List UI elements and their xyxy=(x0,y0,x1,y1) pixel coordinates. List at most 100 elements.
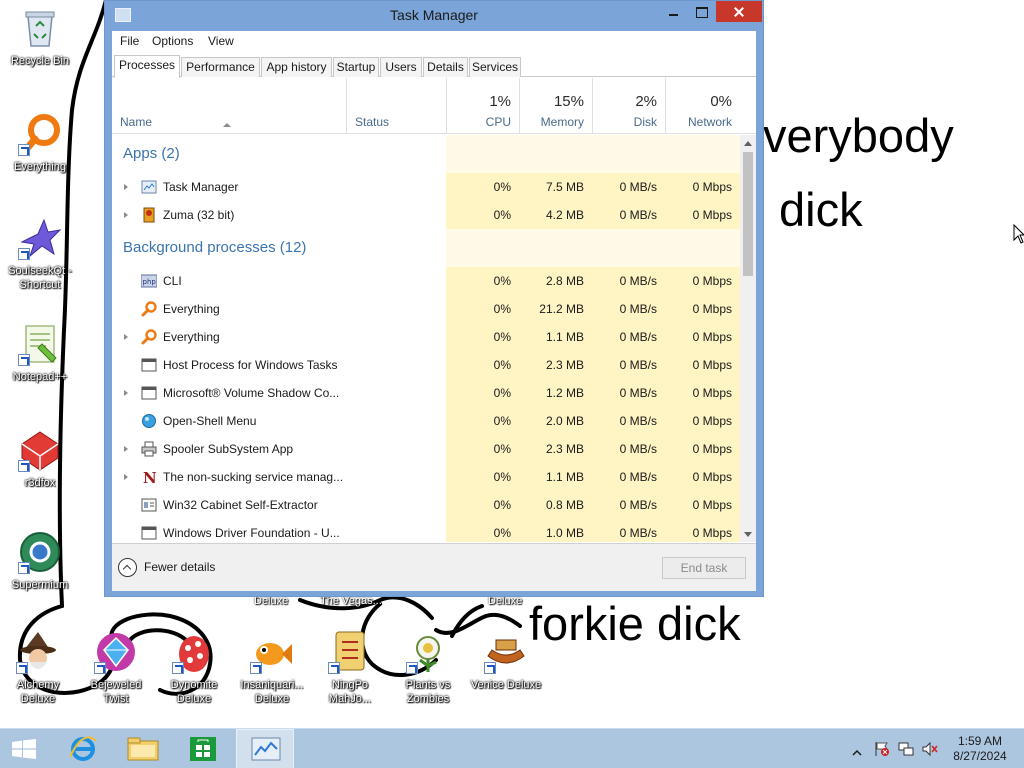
desktop-icon-soulseekqt[interactable]: SoulseekQt - Shortcut xyxy=(2,216,78,292)
process-row[interactable]: Everything 0% 21.2 MB 0 MB/s 0 Mbps xyxy=(112,295,740,323)
col-memory-header[interactable]: 15% Memory xyxy=(519,78,592,134)
plants-vs-zombies-icon xyxy=(406,630,450,674)
menu-options[interactable]: Options xyxy=(152,34,193,48)
desktop-icon-label: Supermium xyxy=(11,579,69,591)
desktop-icon-insaniquarium-deluxe[interactable]: Insaniquari... Deluxe xyxy=(234,630,310,706)
process-disk-value: 0 MB/s xyxy=(592,295,665,323)
expand-chevron-icon[interactable] xyxy=(124,446,128,452)
process-memory-value: 1.0 MB xyxy=(519,519,592,542)
tab-services[interactable]: Services xyxy=(469,57,521,77)
process-row[interactable]: Zuma (32 bit) 0% 4.2 MB 0 MB/s 0 Mbps xyxy=(112,201,740,229)
process-row[interactable]: Host Process for Windows Tasks 0% 2.3 MB 0 … xyxy=(112,351,740,379)
desktop-icon-recycle-bin[interactable]: Recycle Bin xyxy=(2,6,78,68)
system-clock[interactable]: 1:59 AM 8/27/2024 xyxy=(944,734,1016,764)
expand-chevron-icon[interactable] xyxy=(124,474,128,480)
desktop-icon-notepad-plus-plus[interactable]: Notepad++ xyxy=(2,322,78,384)
taskbar-store[interactable] xyxy=(174,729,232,768)
process-row[interactable]: Task Manager 0% 7.5 MB 0 MB/s 0 Mbps xyxy=(112,173,740,201)
process-list: Apps (2) Task Manager 0% 7.5 MB 0 MB/s 0 Mbps… xyxy=(112,135,740,542)
shortcut-arrow-icon xyxy=(328,662,340,674)
minimize-button[interactable] xyxy=(660,1,687,22)
col-disk-header[interactable]: 2% Disk xyxy=(592,78,665,134)
process-memory-value: 1.1 MB xyxy=(519,323,592,351)
taskbar: 1:59 AM 8/27/2024 xyxy=(0,728,1024,768)
tab-details[interactable]: Details xyxy=(423,57,468,77)
process-name: Win32 Cabinet Self-Extractor xyxy=(163,498,318,512)
col-cpu-header[interactable]: 1% CPU xyxy=(446,78,519,134)
process-row[interactable]: N The non-sucking service manag... 0% 1.1 M… xyxy=(112,463,740,491)
process-row[interactable]: Microsoft® Volume Shadow Co... 0% 1.2 MB 0 … xyxy=(112,379,740,407)
title-bar[interactable]: Task Manager xyxy=(105,1,763,31)
process-name: Everything xyxy=(163,330,220,344)
taskbar-file-explorer[interactable] xyxy=(114,729,172,768)
group-header[interactable]: Apps (2) xyxy=(112,135,740,173)
expand-chevron-icon[interactable] xyxy=(124,390,128,396)
tab-startup[interactable]: Startup xyxy=(333,57,379,77)
bejeweled-gem-icon xyxy=(94,630,138,674)
scroll-down-arrow-icon[interactable] xyxy=(744,532,752,537)
maximize-button[interactable] xyxy=(688,1,715,22)
desktop-icon-dynomite-deluxe[interactable]: Dynomite Deluxe xyxy=(156,630,232,706)
process-network-value: 0 Mbps xyxy=(665,351,740,379)
process-cpu-value: 0% xyxy=(446,519,519,542)
shortcut-arrow-icon xyxy=(18,144,30,156)
footer: Fewer details End task xyxy=(112,543,756,591)
expand-chevron-icon[interactable] xyxy=(124,334,128,340)
process-disk-value: 0 MB/s xyxy=(592,491,665,519)
col-name-header[interactable]: Name xyxy=(112,78,346,134)
desktop-icon-venice-deluxe[interactable]: Venice Deluxe xyxy=(468,630,544,692)
zuma-icon xyxy=(141,207,157,223)
process-row[interactable]: Spooler SubSystem App 0% 2.3 MB 0 MB/s 0 Mbp… xyxy=(112,435,740,463)
col-network-label: Network xyxy=(687,115,732,129)
start-button[interactable] xyxy=(0,729,48,768)
tab-processes[interactable]: Processes xyxy=(114,55,180,78)
desktop-icon-bejeweled-twist[interactable]: Bejeweled Twist xyxy=(78,630,154,706)
process-name: The non-sucking service manag... xyxy=(163,470,343,484)
desktop-icon-alchemy-deluxe[interactable]: Alchemy Deluxe xyxy=(0,630,76,706)
menu-file[interactable]: File xyxy=(120,34,139,48)
disk-percent: 2% xyxy=(635,93,657,110)
fewer-details-label: Fewer details xyxy=(144,560,216,574)
col-disk-label: Disk xyxy=(633,115,657,129)
volume-muted-icon[interactable] xyxy=(922,741,938,757)
scroll-up-arrow-icon[interactable] xyxy=(744,141,752,146)
process-row[interactable]: php CLI 0% 2.8 MB 0 MB/s 0 Mbps xyxy=(112,267,740,295)
close-button[interactable] xyxy=(716,1,762,22)
desktop-icon-everything[interactable]: Everything xyxy=(2,112,78,174)
action-center-flag-icon[interactable] xyxy=(874,741,890,757)
taskbar-task-manager[interactable] xyxy=(236,729,294,768)
group-title: Apps (2) xyxy=(123,145,180,162)
everything-icon xyxy=(141,329,157,345)
expand-chevron-icon[interactable] xyxy=(124,212,128,218)
scrollbar-thumb[interactable] xyxy=(743,152,753,276)
tab-performance[interactable]: Performance xyxy=(181,57,260,77)
network-icon[interactable] xyxy=(898,741,914,757)
desktop-icon-label: Alchemy Deluxe xyxy=(16,679,60,705)
col-network-header[interactable]: 0% Network xyxy=(665,78,740,134)
svg-text:php: php xyxy=(143,278,157,286)
desktop-icon-supermium[interactable]: Supermium xyxy=(2,530,78,592)
menu-view[interactable]: View xyxy=(208,34,234,48)
desktop-icon-ningpo-mahjong[interactable]: NingPo MahJo... xyxy=(312,630,388,706)
desktop-icon-label: Venice Deluxe xyxy=(470,679,542,691)
expand-chevron-icon[interactable] xyxy=(124,184,128,190)
end-task-button[interactable]: End task xyxy=(662,557,746,579)
desktop-icon-plants-vs-zombies[interactable]: Plants vs Zombies xyxy=(390,630,466,706)
process-row[interactable]: Everything 0% 1.1 MB 0 MB/s 0 Mbps xyxy=(112,323,740,351)
show-hidden-icons-chevron-icon[interactable] xyxy=(852,743,862,756)
process-row[interactable]: Open-Shell Menu 0% 2.0 MB 0 MB/s 0 Mbps xyxy=(112,407,740,435)
vertical-scrollbar[interactable] xyxy=(740,135,756,542)
tab-app-history[interactable]: App history xyxy=(261,57,332,77)
process-row[interactable]: Windows Driver Foundation - U... 0% 1.0 MB… xyxy=(112,519,740,542)
process-disk-value: 0 MB/s xyxy=(592,323,665,351)
col-status-header[interactable]: Status xyxy=(346,78,446,134)
group-header[interactable]: Background processes (12) xyxy=(112,229,740,267)
tab-users[interactable]: Users xyxy=(380,57,422,77)
group-heat-cell xyxy=(446,229,519,267)
desktop-icon-r3dfox[interactable]: r3dfox xyxy=(2,428,78,490)
supermium-icon xyxy=(18,530,62,574)
taskbar-internet-explorer[interactable] xyxy=(54,729,112,768)
shortcut-arrow-icon xyxy=(94,662,106,674)
process-row[interactable]: Win32 Cabinet Self-Extractor 0% 0.8 MB 0 MB… xyxy=(112,491,740,519)
process-network-value: 0 Mbps xyxy=(665,201,740,229)
